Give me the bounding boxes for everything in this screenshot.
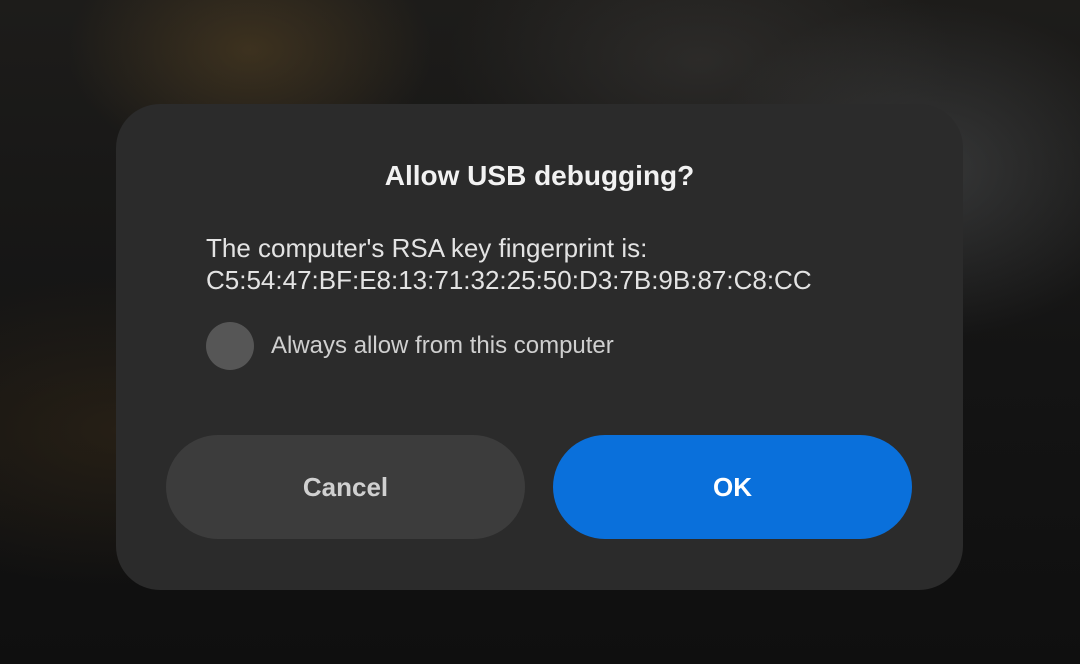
always-allow-label[interactable]: Always allow from this computer [271, 331, 614, 361]
ok-button[interactable]: OK [553, 435, 912, 539]
dialog-title: Allow USB debugging? [384, 160, 695, 191]
cancel-button[interactable]: Cancel [166, 435, 525, 539]
rsa-fingerprint-value: C5:54:47:BF:E8:13:71:32:25:50:D3:7B:9B:8… [206, 265, 812, 295]
always-allow-checkbox[interactable] [206, 322, 254, 370]
dialog-message: The computer's RSA key fingerprint is: C… [206, 232, 812, 296]
usb-debugging-dialog: Allow USB debugging? The computer's RSA … [116, 104, 963, 590]
screen: Allow USB debugging? The computer's RSA … [0, 0, 1080, 664]
always-allow-checkbox-row[interactable]: Always allow from this computer [206, 322, 614, 370]
message-fingerprint-intro: The computer's RSA key fingerprint is: [206, 233, 648, 263]
